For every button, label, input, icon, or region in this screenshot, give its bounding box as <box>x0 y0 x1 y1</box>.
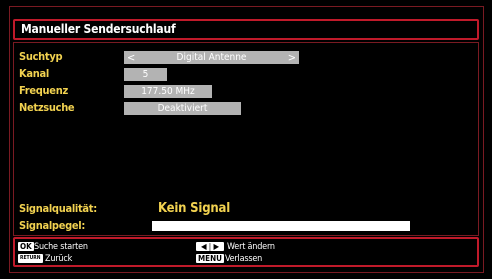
menu-key-icon: MENU <box>196 254 224 263</box>
page-title: Manueller Sendersuchlauf <box>21 22 176 36</box>
signal-level-label: Signalpegel: <box>19 219 86 232</box>
right-arrow-icon[interactable]: > <box>288 51 296 64</box>
netzsuche-value: Deaktiviert <box>157 103 208 114</box>
frequenz-value: 177.50 MHz <box>141 86 195 97</box>
return-help-text: Zurück <box>45 254 73 264</box>
netzsuche-label: Netzsuche <box>19 101 75 114</box>
ok-key-icon: OK <box>18 242 34 251</box>
lr-help-text: Wert ändern <box>227 242 275 252</box>
kanal-label: Kanal <box>19 67 49 80</box>
kanal-value: 5 <box>142 69 149 80</box>
suchtyp-selector[interactable]: < Digital Antenne > <box>124 51 299 64</box>
ok-help-text: Suche starten <box>34 242 88 252</box>
return-key-icon: RETURN <box>18 254 43 263</box>
left-arrow-icon[interactable]: < <box>127 51 135 64</box>
suchtyp-value: Digital Antenne <box>176 52 247 63</box>
signal-quality-label: Signalqualität: <box>19 202 97 215</box>
signal-quality-value: Kein Signal <box>158 201 230 216</box>
settings-panel: Suchtyp < Digital Antenne > Kanal 5 Freq… <box>13 42 479 236</box>
frequenz-field[interactable]: 177.50 MHz <box>124 85 212 98</box>
menu-help-text: Verlassen <box>225 254 263 264</box>
title-bar: Manueller Sendersuchlauf <box>13 19 479 40</box>
suchtyp-label: Suchtyp <box>19 50 63 63</box>
kanal-field[interactable]: 5 <box>124 68 167 81</box>
netzsuche-field[interactable]: Deaktiviert <box>124 102 241 115</box>
footer-help-bar: OK Suche starten RETURN Zurück ◀ | ▶ Wer… <box>13 237 479 267</box>
frequenz-label: Frequenz <box>19 84 68 97</box>
signal-level-bar <box>152 221 410 231</box>
left-right-key-icon: ◀ | ▶ <box>196 242 224 251</box>
